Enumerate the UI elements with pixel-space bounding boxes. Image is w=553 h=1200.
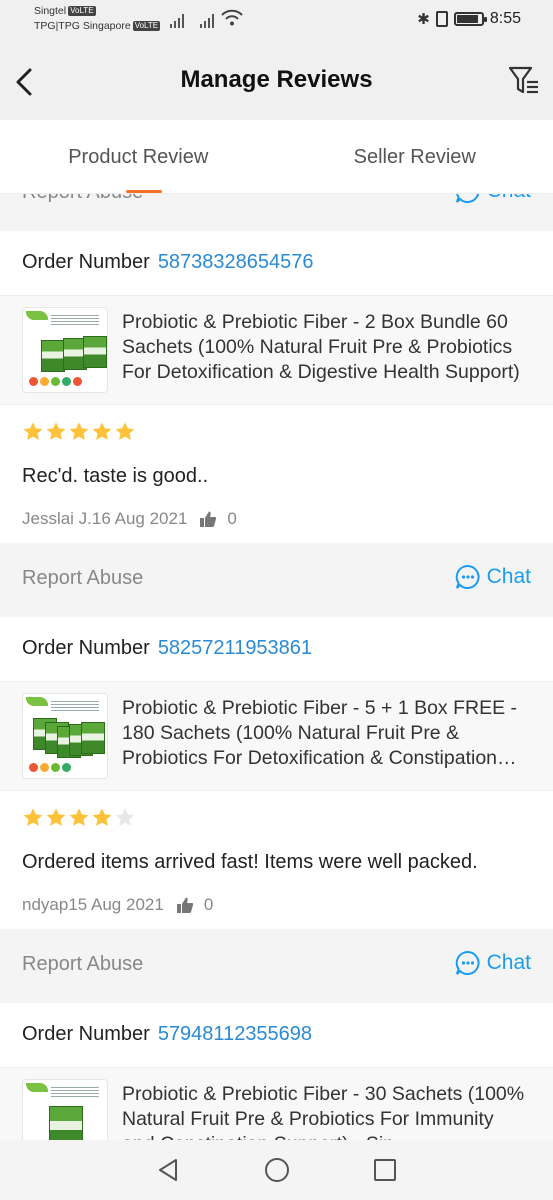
status-right: ✱ 8:55 (417, 10, 521, 28)
star-filled-icon (92, 422, 112, 440)
review-text: Ordered items arrived fast! Items were w… (22, 851, 478, 873)
order-number-label: Order Number (22, 1023, 150, 1045)
chat-button[interactable]: Chat (455, 950, 531, 976)
review-actions-row: Report Abuse Chat (0, 194, 553, 231)
product-thumbnail (22, 307, 108, 393)
system-nav-bar (0, 1140, 553, 1200)
nav-home-icon[interactable] (263, 1156, 291, 1184)
thumbs-up-icon[interactable] (199, 510, 217, 528)
bluetooth-icon: ✱ (417, 11, 430, 28)
report-abuse-link[interactable]: Report Abuse (22, 194, 143, 204)
carrier-2: TPG|TPG Singapore (34, 20, 131, 32)
product-item[interactable]: Probiotic & Prebiotic Fiber - 30 Sachets… (0, 1067, 553, 1140)
nav-recents-icon[interactable] (371, 1156, 399, 1184)
like-count: 0 (227, 509, 237, 528)
signal-icon (170, 12, 186, 28)
review-actions-row: Report Abuse Chat (0, 543, 553, 617)
carrier-info: Singtel VoLTE TPG|TPG Singapore VoLTE (34, 4, 161, 34)
tab-seller-review[interactable]: Seller Review (277, 120, 553, 193)
order-number-link[interactable]: 58738328654576 (158, 251, 314, 273)
star-rating (22, 807, 136, 829)
order-number-row: Order Number 58257211953861 (0, 617, 553, 681)
review-text: Rec'd. taste is good.. (22, 465, 209, 487)
chat-label: Chat (486, 951, 531, 974)
order-number-label: Order Number (22, 637, 150, 659)
review-list[interactable]: Report Abuse Chat Order Number 5873832865… (0, 194, 553, 1140)
status-bar: Singtel VoLTE TPG|TPG Singapore VoLTE ✱ 8:… (0, 0, 553, 44)
star-filled-icon (23, 422, 43, 440)
filter-icon[interactable] (507, 64, 541, 98)
review-actions-row: Report Abuse Chat (0, 929, 553, 1003)
chat-label: Chat (487, 194, 531, 203)
product-title: Probiotic & Prebiotic Fiber - 30 Sachets… (122, 1083, 525, 1140)
chat-bubble-icon (455, 950, 480, 975)
star-filled-icon (69, 422, 89, 440)
nav-back-icon[interactable] (155, 1156, 183, 1184)
app-header: Manage Reviews (0, 44, 553, 120)
star-filled-icon (46, 422, 66, 440)
thumbs-up-icon[interactable] (176, 896, 194, 914)
chat-bubble-icon (455, 194, 479, 203)
chat-button[interactable]: Chat (455, 194, 531, 204)
report-abuse-link[interactable]: Report Abuse (22, 953, 143, 976)
star-rating (22, 421, 136, 443)
review-meta: ndyap15 Aug 2021 0 (22, 895, 213, 915)
page-title: Manage Reviews (180, 66, 373, 93)
review-body: Ordered items arrived fast! Items were w… (0, 791, 553, 929)
star-filled-icon (23, 808, 43, 826)
product-title: Probiotic & Prebiotic Fiber - 2 Box Bund… (122, 311, 520, 383)
signal-icon (200, 12, 216, 28)
review-tabs: Product Review Seller Review (0, 120, 553, 194)
product-thumbnail (22, 1079, 108, 1140)
product-item[interactable]: Probiotic & Prebiotic Fiber - 5 + 1 Box … (0, 681, 553, 791)
star-empty-icon (115, 808, 135, 826)
star-filled-icon (115, 422, 135, 440)
carrier-1: Singtel (34, 5, 67, 17)
order-number-link[interactable]: 58257211953861 (158, 637, 312, 659)
volte-badge: VoLTE (68, 6, 96, 17)
order-number-link[interactable]: 57948112355698 (158, 1023, 312, 1045)
star-filled-icon (92, 808, 112, 826)
star-filled-icon (69, 808, 89, 826)
reviewer-date: Jesslai J.16 Aug 2021 (22, 509, 188, 528)
chat-button[interactable]: Chat (455, 564, 531, 590)
review-meta: Jesslai J.16 Aug 2021 0 (22, 509, 237, 529)
chat-label: Chat (486, 565, 531, 588)
chat-bubble-icon (455, 564, 480, 589)
wifi-icon (221, 9, 243, 26)
reviewer-date: ndyap15 Aug 2021 (22, 895, 164, 914)
order-number-row: Order Number 58738328654576 (0, 231, 553, 295)
vibrate-icon (435, 11, 448, 27)
like-count: 0 (203, 895, 214, 914)
report-abuse-link[interactable]: Report Abuse (22, 567, 143, 590)
review-body: Rec'd. taste is good.. Jesslai J.16 Aug … (0, 405, 553, 543)
order-number-label: Order Number (22, 251, 150, 273)
product-thumbnail (22, 693, 108, 779)
volte-badge: VoLTE (132, 21, 161, 32)
product-title: Probiotic & Prebiotic Fiber - 5 + 1 Box … (122, 697, 518, 769)
star-filled-icon (46, 808, 66, 826)
tab-product-review[interactable]: Product Review (0, 120, 277, 193)
clock: 8:55 (489, 10, 521, 27)
battery-icon (453, 12, 487, 26)
product-item[interactable]: Probiotic & Prebiotic Fiber - 2 Box Bund… (0, 295, 553, 405)
order-number-row: Order Number 57948112355698 (0, 1003, 553, 1067)
